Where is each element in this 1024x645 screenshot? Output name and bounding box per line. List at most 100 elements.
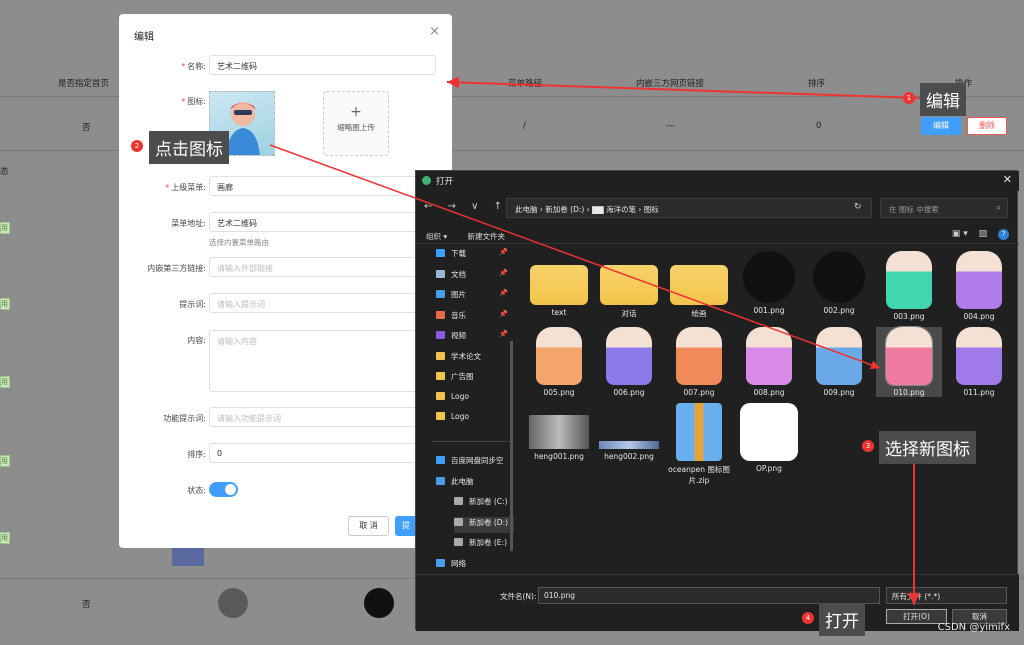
character-thumbnail-icon: [676, 327, 722, 385]
file-item[interactable]: 008.png: [736, 327, 802, 397]
new-folder-button[interactable]: 新建文件夹: [468, 232, 506, 241]
file-item[interactable]: 001.png: [736, 251, 802, 315]
navigation-arrows[interactable]: ← → ∨ ↑: [424, 201, 508, 212]
watermark: CSDN @yimifx: [937, 622, 1010, 633]
app-logo-icon: [740, 403, 798, 461]
file-item[interactable]: 对话: [596, 251, 662, 319]
cell-home: 否: [82, 123, 91, 133]
parent-menu-select[interactable]: 画廊: [209, 176, 436, 196]
search-input[interactable]: 在 图标 中搜索 ⌕: [880, 198, 1008, 218]
step-4-badge: 4: [802, 612, 814, 624]
sidebar-item[interactable]: 新加卷 (E:): [454, 537, 514, 553]
file-name: 001.png: [753, 306, 785, 315]
sort-input[interactable]: 0: [209, 443, 436, 463]
folder-icon: [436, 372, 445, 380]
sidebar-item[interactable]: 新加卷 (D:): [454, 516, 514, 533]
dialog-title: 编辑: [134, 32, 154, 43]
delete-button[interactable]: 删除: [967, 117, 1007, 135]
palette-icon: [218, 588, 248, 618]
file-name: 007.png: [683, 388, 715, 397]
file-item[interactable]: 011.png: [946, 327, 1012, 397]
sidebar-item[interactable]: 百度网盘同步空: [436, 455, 514, 471]
status-tag: 用: [0, 222, 10, 234]
embed-link-input[interactable]: 请输入外部链接: [209, 257, 436, 277]
filename-input[interactable]: 010.png: [538, 587, 880, 604]
header-home: 是否指定首页: [58, 79, 110, 89]
file-name: heng002.png: [604, 452, 654, 461]
sidebar-item[interactable]: 文档 📌: [436, 269, 514, 285]
help-icon[interactable]: ?: [998, 229, 1009, 240]
thumbnail-upload-button[interactable]: + 缩略图上传: [323, 91, 389, 156]
scrollbar[interactable]: [510, 341, 513, 551]
menu-address-select[interactable]: 艺术二维码: [209, 212, 436, 232]
drive-icon: [454, 517, 463, 526]
file-item[interactable]: text: [526, 251, 592, 317]
content-textarea[interactable]: 请输入内容: [209, 330, 436, 392]
drive-icon: [436, 476, 445, 485]
file-item[interactable]: 010.png: [876, 326, 942, 397]
folder-icon: [600, 265, 658, 305]
character-thumbnail-icon: [536, 327, 582, 385]
address-bar[interactable]: 此电脑 › 新加卷 (D:) › ▇▇ 海洋の笔 › 图标: [506, 198, 872, 218]
header-link: 内嵌三方网页链接: [636, 79, 705, 89]
sidebar-item[interactable]: 此电脑: [436, 476, 514, 492]
cancel-button[interactable]: 取 消: [348, 516, 389, 536]
file-item[interactable]: 005.png: [526, 327, 592, 397]
folder-icon: [530, 265, 588, 305]
sidebar-item[interactable]: 学术论文: [436, 351, 514, 367]
file-item[interactable]: 007.png: [666, 327, 732, 397]
file-item[interactable]: 009.png: [806, 327, 872, 397]
file-item[interactable]: 004.png: [946, 251, 1012, 321]
file-item[interactable]: 006.png: [596, 327, 662, 397]
organize-button[interactable]: 组织 ▾: [426, 232, 447, 241]
file-item[interactable]: heng001.png: [526, 403, 592, 461]
plus-icon: +: [350, 104, 362, 120]
sidebar-item[interactable]: 新加卷 (C:): [454, 496, 514, 512]
sidebar-item[interactable]: 下载 📌: [436, 248, 514, 264]
cell-path: /: [523, 121, 526, 131]
sidebar-item[interactable]: 视频 📌: [436, 330, 514, 346]
sidebar-item[interactable]: Logo: [436, 391, 514, 408]
navigation-pane: 下载 📌 文档 📌 图片 📌 音乐 📌 视频 📌 学术论文广告图 Logo Logo 百度网盘同步空 此电脑…: [416, 244, 516, 574]
function-prompt-input[interactable]: 请输入功能提示词: [209, 407, 436, 427]
sidebar-item[interactable]: 网络: [436, 558, 514, 574]
menu-address-hint: 选择内置菜单路由: [209, 238, 269, 247]
view-options[interactable]: ▣ ▾ ▨ ?: [952, 229, 1009, 240]
character-thumbnail-icon: [885, 326, 933, 386]
prompt-input[interactable]: 请输入提示词: [209, 293, 436, 313]
sidebar-item[interactable]: 音乐 📌: [436, 310, 514, 326]
pin-icon: 📌: [499, 268, 508, 277]
file-item[interactable]: heng002.png: [596, 403, 662, 461]
palette-icon: [364, 588, 394, 618]
sidebar-item[interactable]: Logo: [436, 412, 514, 428]
character-thumbnail-icon: [886, 251, 932, 309]
photo-thumbnail-icon: [529, 415, 589, 449]
pin-icon: 📌: [499, 330, 508, 338]
file-item[interactable]: oceanpen 图标图片.zip: [666, 403, 732, 486]
file-name: OP.png: [756, 464, 782, 473]
character-thumbnail-icon: [606, 327, 652, 385]
sidebar-item[interactable]: 图片 📌: [436, 289, 514, 305]
file-item[interactable]: 003.png: [876, 251, 942, 321]
refresh-icon[interactable]: ↻: [854, 202, 862, 212]
file-name: 004.png: [963, 312, 995, 321]
view-icon[interactable]: ▣ ▾: [952, 229, 968, 239]
file-item[interactable]: 002.png: [806, 251, 872, 315]
cell-sort: 0: [816, 121, 822, 131]
parent-menu-label: * 上级菜单:: [165, 183, 206, 192]
status-switch[interactable]: [209, 482, 238, 497]
preview-pane-icon[interactable]: ▨: [979, 229, 988, 239]
name-input[interactable]: 艺术二维码: [209, 55, 436, 75]
step-2-callout: 点击图标: [149, 131, 229, 164]
file-item[interactable]: OP.png: [736, 403, 802, 473]
close-icon[interactable]: ×: [429, 24, 440, 39]
file-name: 绘画: [691, 309, 707, 318]
drive-icon: [454, 497, 463, 505]
file-item[interactable]: 绘画: [666, 251, 732, 319]
prompt-label: 提示词:: [179, 300, 206, 309]
content-label: 内容:: [187, 336, 206, 345]
filetype-select[interactable]: 所有文件 (*.*): [886, 587, 1007, 604]
sidebar-item[interactable]: 广告图: [436, 371, 514, 387]
edit-button[interactable]: 编辑: [921, 117, 961, 135]
close-icon[interactable]: ✕: [1003, 173, 1012, 186]
